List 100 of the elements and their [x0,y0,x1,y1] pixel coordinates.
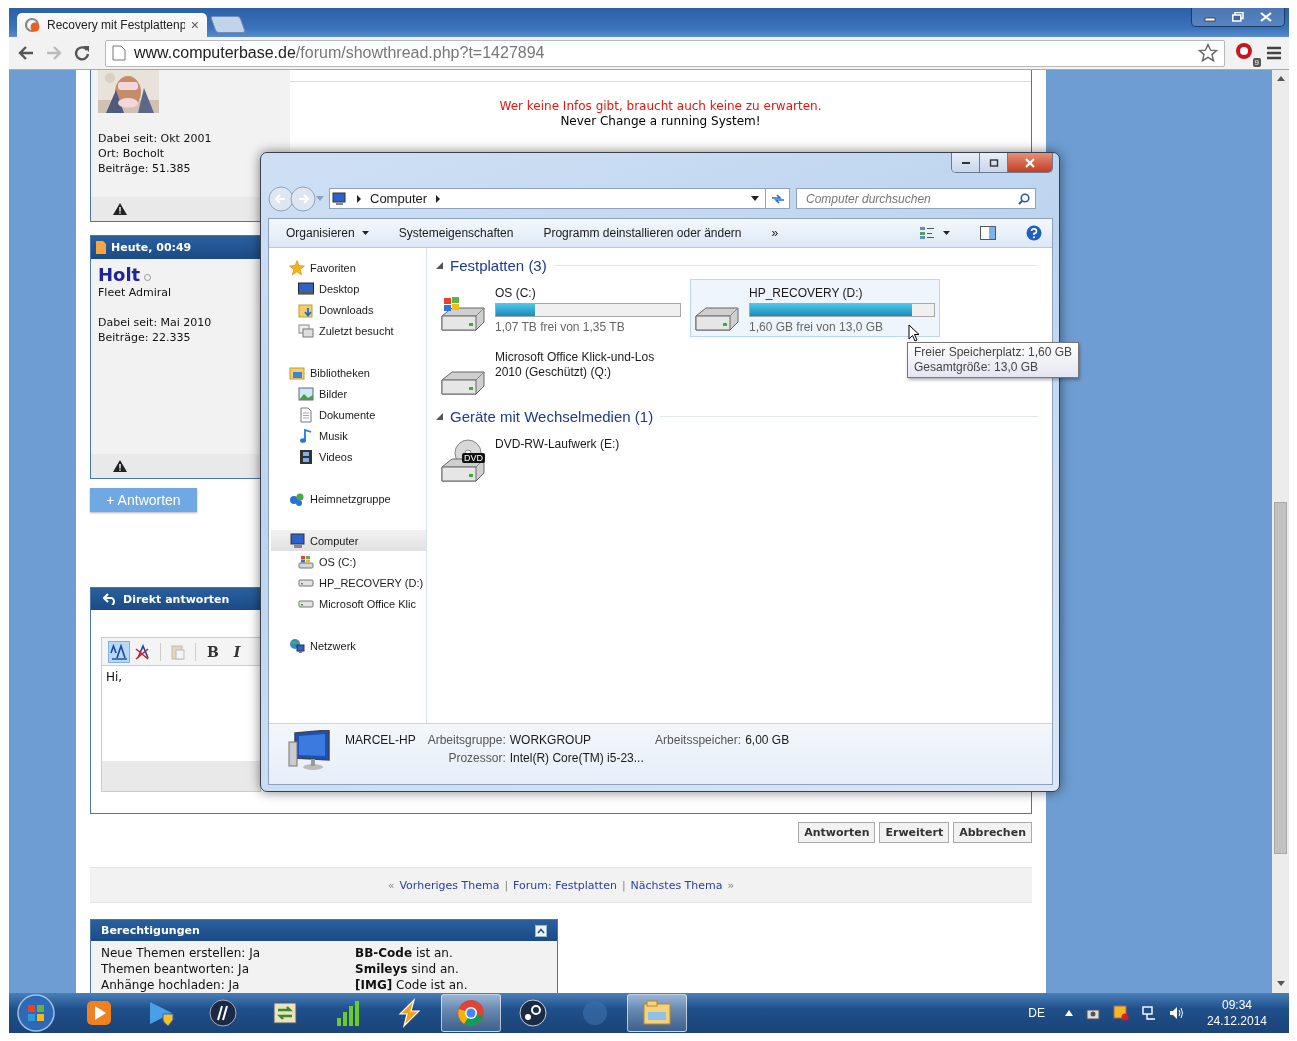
reload-icon[interactable] [73,44,91,62]
group-heading[interactable]: Geräte mit Wechselmedien (1) [450,407,654,425]
language-indicator[interactable]: DE [1028,1006,1045,1020]
nav-item[interactable]: Favoriten [271,257,426,278]
picture-icon [298,385,314,402]
address-bar[interactable]: Computer [329,188,766,209]
music-note-icon [298,427,314,444]
tooltip-line: Gesamtgröße: 13,0 GB [914,360,1040,375]
thread-link[interactable]: Forum: Festplatten [513,878,617,892]
nav-item[interactable]: Musik [271,425,426,446]
more-commands-button[interactable]: » [771,226,779,240]
chevron-icon[interactable] [356,194,362,203]
close-tab-button[interactable]: × [190,17,199,33]
back-icon[interactable] [17,45,35,61]
document-icon [298,406,314,423]
desktop-icon [298,280,314,297]
clock-date[interactable]: 24.12.2014 [1206,1013,1267,1029]
expand-toggle-icon[interactable] [436,412,443,420]
drive-tile[interactable]: HP_RECOVERY (D:) 1,60 GB frei von 13,0 GB [690,279,940,337]
editor-tool-button[interactable] [108,640,130,663]
nav-item[interactable]: Downloads [271,299,426,320]
nav-item[interactable]: Heimnetzgruppe [271,488,426,509]
clock-time[interactable]: 09:34 [1221,997,1252,1013]
nav-item[interactable]: Computer [271,530,426,551]
minimize-button[interactable] [952,153,980,172]
warning-icon[interactable] [113,460,127,472]
detail-value: 6,00 GB [745,733,790,747]
thread-link[interactable]: Vorheriges Thema [399,878,500,892]
download-folder-icon [298,301,314,318]
folder-icon [642,998,672,1028]
film-icon [298,448,314,465]
nav-item[interactable]: Videos [271,446,426,467]
star-icon [289,259,305,276]
preview-pane-icon[interactable] [980,226,996,240]
close-button[interactable] [1008,153,1052,172]
nav-item[interactable]: OS (C:) [271,551,426,572]
restore-icon[interactable] [1232,12,1244,22]
nav-item[interactable]: Zuletzt besucht [271,320,426,341]
detail-label: Arbeitsgruppe: [427,733,506,747]
detail-value: Intel(R) Core(TM) i5-23... [509,751,645,765]
warning-icon[interactable] [113,203,127,215]
reply-arrow-icon [103,593,117,605]
form-button[interactable]: Erweitert [879,822,950,843]
breadcrumb-item[interactable]: Computer [370,191,428,206]
expand-toggle-icon[interactable] [436,261,443,269]
scrollbar[interactable] [1272,70,1289,993]
bold-button[interactable]: B [202,640,224,663]
chevron-icon[interactable] [435,194,442,203]
drive-icon [441,296,485,331]
volume-icon[interactable] [1168,1005,1185,1021]
author-link[interactable]: Holt [98,265,141,285]
italic-button[interactable]: I [226,640,248,663]
refresh-button[interactable] [766,188,790,209]
scrollbar-thumb[interactable] [1274,502,1287,854]
command-button[interactable]: Organisieren [286,226,369,240]
start-button[interactable] [16,993,56,1033]
favicon-icon [25,17,41,33]
command-button[interactable]: Programm deinstallieren oder ändern [543,226,742,240]
nav-item[interactable]: Microsoft Office Klic [271,593,426,614]
separator: | [504,878,509,892]
search-field[interactable]: Computer durchsuchen [796,188,1036,209]
tray-warning-icon[interactable] [1112,1005,1129,1021]
member-info: Dabei seit: Mai 2010 [98,315,213,330]
back-button[interactable] [268,185,294,212]
thread-link[interactable]: Nächstes Thema [630,878,723,892]
drive-tile[interactable]: OS (C:) 1,07 TB frei von 1,35 TB [436,279,686,337]
drive-tile[interactable]: DVD DVD-RW-Laufwerk (E:) [436,430,686,485]
form-button[interactable]: Abbrechen [953,822,1032,843]
form-button[interactable]: Antworten [798,822,876,843]
menu-icon[interactable] [1267,46,1281,60]
nav-item[interactable]: HP_RECOVERY (D:) [271,572,426,593]
command-button[interactable]: Systemeigenschaften [398,226,514,240]
close-icon[interactable] [1260,12,1272,22]
member-info: Ort: Bocholt [98,146,166,161]
new-tab-button[interactable] [209,16,247,33]
group-heading[interactable]: Festplatten (3) [450,256,547,274]
signature-line: Wer keine Infos gibt, braucht auch keine zu erwarten. [498,99,823,114]
forward-button[interactable] [290,185,316,212]
nav-item[interactable]: Desktop [271,278,426,299]
refresh-icon [769,192,786,205]
nav-item[interactable]: Bibliotheken [271,362,426,383]
tray-expand-icon[interactable] [1064,1010,1073,1016]
network-status-icon[interactable] [1140,1005,1157,1021]
maximize-button[interactable] [980,153,1008,172]
detail-label: Arbeitsspeicher: [654,733,742,747]
nav-item[interactable]: Bilder [271,383,426,404]
extension-icon[interactable] [1235,42,1255,62]
bookmark-star-icon[interactable] [1198,43,1218,63]
help-icon[interactable] [1026,225,1042,241]
collapse-icon[interactable] [535,924,547,937]
signature-line: Never Change a running System! [559,114,762,129]
round-logo-icon [208,998,238,1028]
nav-item[interactable]: Dokumente [271,404,426,425]
arrow-glyph: » [727,878,735,892]
paste-icon [170,643,186,660]
drive-tile[interactable]: Microsoft Office Klick-und-Los 2010 (Geschützt) (Q:) [436,343,686,398]
address-field[interactable]: www.computerbase.de/forum/showthread.php?t=1427894 [105,39,1225,67]
computer-name: MARCEL-HP [345,733,416,747]
nav-item[interactable]: Netzwerk [271,635,426,656]
view-options-icon[interactable] [919,226,935,240]
